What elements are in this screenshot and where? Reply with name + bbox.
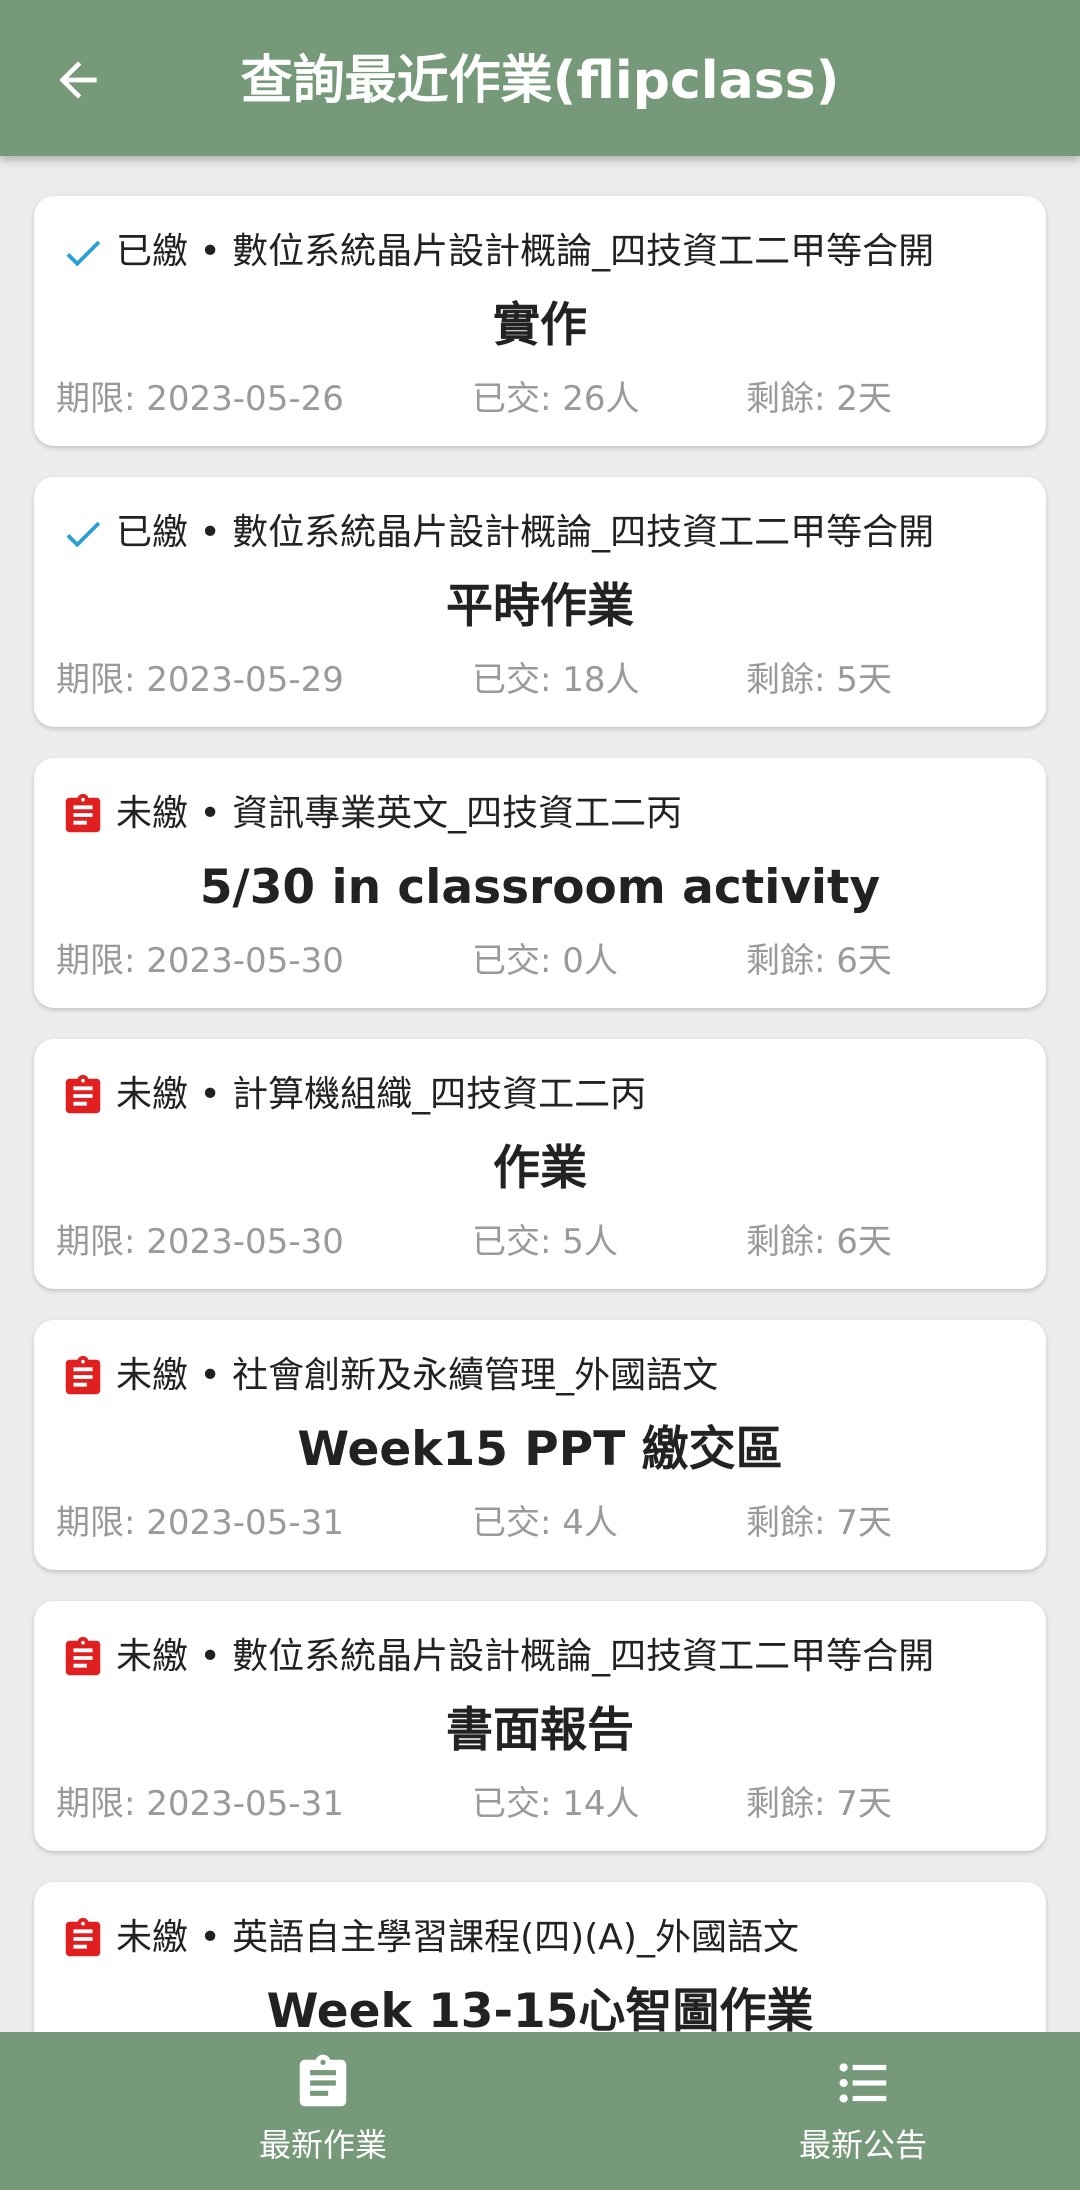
remaining-days: 剩餘: 7天 — [746, 1784, 892, 1824]
assignment-icon — [65, 1917, 101, 1957]
assignment-title: Week 13-15心智圖作業 — [266, 1984, 814, 2032]
course-line: 未繳 • 資訊專業英文_四技資工二丙 — [116, 788, 1036, 840]
submission-status: 未繳 — [116, 1074, 189, 1115]
assignment-card[interactable]: 未繳 • 社會創新及永續管理_外國語文 Week15 PPT 繳交區期限: 202… — [34, 1320, 1046, 1570]
separator-dot: • — [188, 1917, 233, 1958]
assignment-icon — [65, 793, 101, 833]
submitted-count: 已交: 18人 — [472, 660, 640, 700]
assignment-card[interactable]: 已繳 • 數位系統晶片設計概論_四技資工二甲等合開實作期限: 2023-05-2… — [34, 196, 1046, 446]
remaining-days: 剩餘: 2天 — [746, 379, 892, 419]
status-icon — [60, 1073, 106, 1119]
course-line: 已繳 • 數位系統晶片設計概論_四技資工二甲等合開 — [116, 507, 1036, 559]
assignment-icon — [65, 1636, 101, 1676]
remaining-days: 剩餘: 6天 — [746, 1222, 892, 1262]
submission-status: 未繳 — [116, 1636, 189, 1677]
app-bar: 查詢最近作業(flipclass) — [0, 0, 1080, 156]
nav-latest-announcements[interactable]: 最新公告 — [733, 2050, 993, 2180]
status-icon — [60, 792, 106, 838]
submitted-count: 已交: 5人 — [472, 1222, 618, 1262]
assignment-title: Week15 PPT 繳交區 — [297, 1422, 783, 1477]
deadline-text: 期限: 2023-05-26 — [56, 379, 344, 419]
assignment-card[interactable]: 未繳 • 數位系統晶片設計概論_四技資工二甲等合開書面報告期限: 2023-05… — [34, 1601, 1046, 1851]
submission-status: 未繳 — [116, 793, 189, 834]
separator-dot: • — [188, 1355, 233, 1396]
deadline-text: 期限: 2023-05-29 — [56, 660, 344, 700]
separator-dot: • — [188, 1636, 233, 1677]
status-icon — [60, 1354, 106, 1400]
assignment-card[interactable]: 已繳 • 數位系統晶片設計概論_四技資工二甲等合開平時作業期限: 2023-05… — [34, 477, 1046, 727]
assignment-title: 平時作業 — [446, 579, 634, 634]
assignment-card[interactable]: 未繳 • 計算機組織_四技資工二丙作業期限: 2023-05-30 已交: 5人 剩… — [34, 1039, 1046, 1289]
course-line: 未繳 • 計算機組織_四技資工二丙 — [116, 1069, 1036, 1121]
course-line: 未繳 • 數位系統晶片設計概論_四技資工二甲等合開 — [116, 1631, 1036, 1683]
assignment-list[interactable]: 已繳 • 數位系統晶片設計概論_四技資工二甲等合開 實作 期限: 2023-05-2… — [0, 156, 1080, 2032]
separator-dot: • — [188, 1074, 233, 1115]
nav-label: 最新作業 — [258, 2126, 387, 2164]
course-name: 英語自主學習課程(四)(A)_外國語文 — [232, 1917, 799, 1958]
assignment-title: 書面報告 — [446, 1703, 634, 1758]
submitted-count: 已交: 0人 — [472, 941, 618, 981]
deadline-text: 期限: 2023-05-30 — [56, 1222, 344, 1262]
deadline-text: 期限: 2023-05-30 — [56, 941, 344, 981]
course-line: 未繳 • 英語自主學習課程(四)(A)_外國語文 — [116, 1912, 1036, 1964]
assignment-title: 實作 — [493, 298, 587, 353]
course-name: 數位系統晶片設計概論_四技資工二甲等合開 — [232, 231, 935, 272]
course-line: 未繳 • 社會創新及永續管理_外國語文 — [116, 1350, 1036, 1402]
check-icon — [66, 521, 101, 548]
course-name: 社會創新及永續管理_外國語文 — [232, 1355, 719, 1396]
separator-dot: • — [188, 231, 233, 272]
submission-status: 未繳 — [116, 1917, 189, 1958]
list-icon — [839, 2063, 887, 2103]
submission-status: 未繳 — [116, 1355, 189, 1396]
check-icon — [66, 240, 101, 267]
nav-latest-assignments[interactable]: 最新作業 — [193, 2050, 453, 2180]
submitted-count: 已交: 4人 — [472, 1503, 618, 1543]
submitted-count: 已交: 14人 — [472, 1784, 640, 1824]
remaining-days: 剩餘: 7天 — [746, 1503, 892, 1543]
separator-dot: • — [188, 793, 233, 834]
bottom-navigation: 最新作業 最新公告 — [0, 2032, 1080, 2190]
course-name: 資訊專業英文_四技資工二丙 — [232, 793, 683, 834]
course-name: 計算機組織_四技資工二丙 — [232, 1074, 647, 1115]
status-icon — [60, 511, 106, 557]
page-title: 查詢最近作業(flipclass) — [240, 51, 840, 111]
submission-status: 已繳 — [116, 231, 189, 272]
assignment-icon — [65, 1074, 101, 1114]
course-name: 數位系統晶片設計概論_四技資工二甲等合開 — [232, 512, 935, 553]
clipboard-icon — [299, 2054, 347, 2107]
assignment-card[interactable]: 未繳 • 資訊專業英文_四技資工二丙 5/30 in classroom acti… — [34, 758, 1046, 1008]
remaining-days: 剩餘: 6天 — [746, 941, 892, 981]
submission-status: 已繳 — [116, 512, 189, 553]
assignment-title: 5/30 in classroom activity — [199, 860, 881, 915]
assignment-icon — [65, 1355, 101, 1395]
separator-dot: • — [188, 512, 233, 553]
status-icon — [60, 1635, 106, 1681]
remaining-days: 剩餘: 5天 — [746, 660, 892, 700]
assignment-title: 作業 — [493, 1141, 587, 1196]
course-name: 數位系統晶片設計概論_四技資工二甲等合開 — [232, 1636, 935, 1677]
status-icon — [60, 230, 106, 276]
assignment-card[interactable]: 未繳 • 英語自主學習課程(四)(A)_外國語文 Week 13-15心智圖作業 — [34, 1882, 1046, 2032]
submitted-count: 已交: 26人 — [472, 379, 640, 419]
deadline-text: 期限: 2023-05-31 — [56, 1784, 344, 1824]
deadline-text: 期限: 2023-05-31 — [56, 1503, 344, 1543]
nav-label: 最新公告 — [798, 2126, 927, 2164]
status-icon — [60, 1916, 106, 1962]
course-line: 已繳 • 數位系統晶片設計概論_四技資工二甲等合開 — [116, 226, 1036, 278]
